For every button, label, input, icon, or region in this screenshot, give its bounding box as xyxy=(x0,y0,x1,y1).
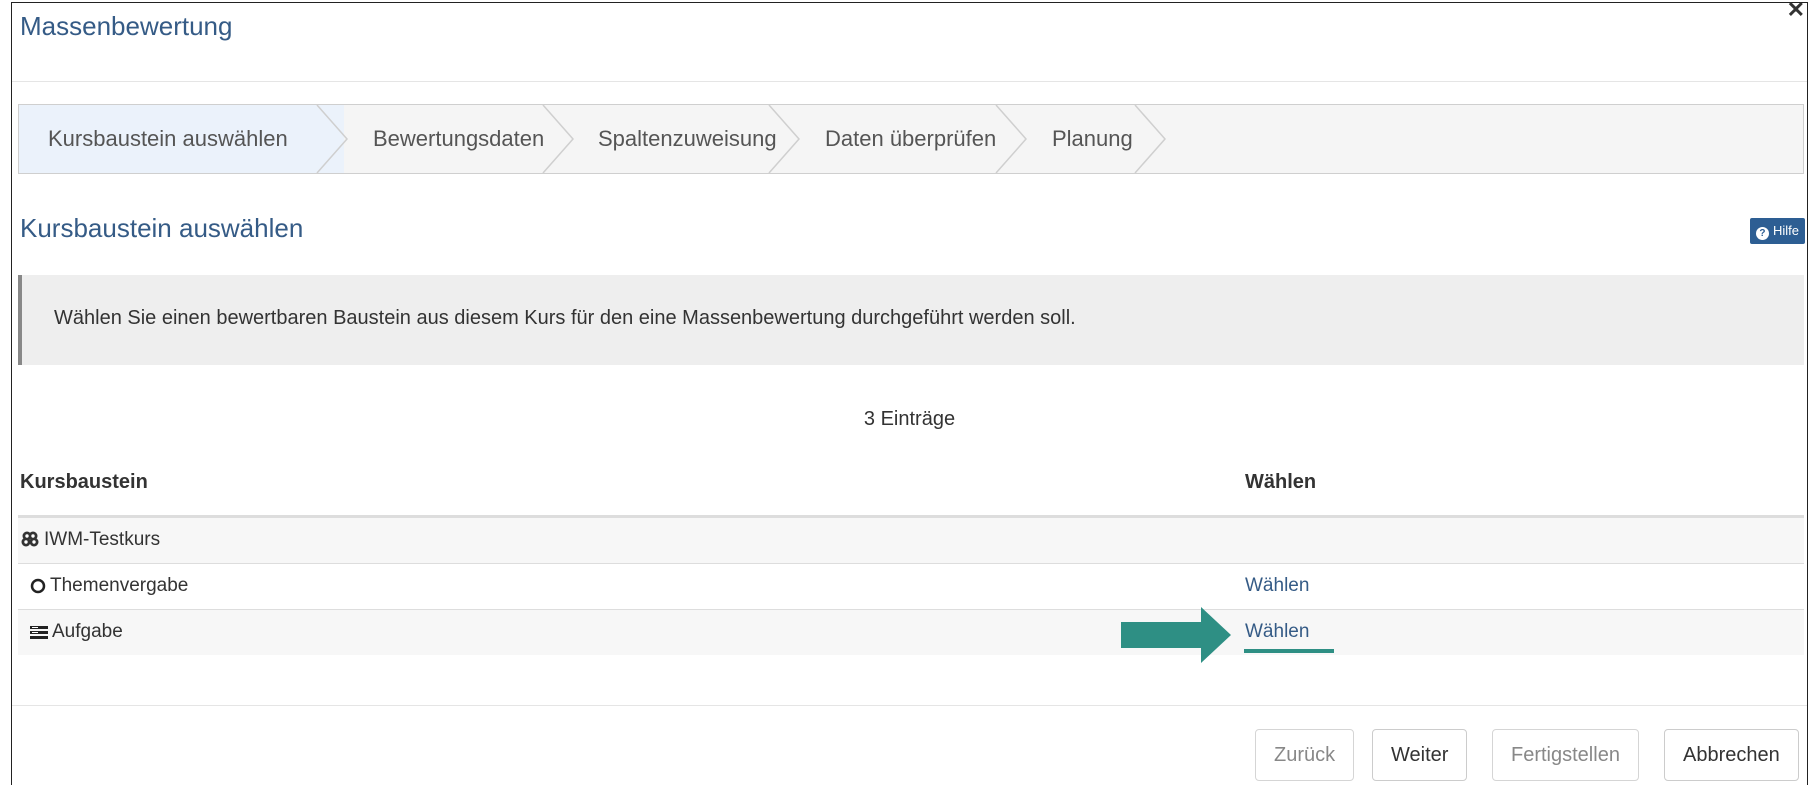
select-link-aufgabe[interactable]: Wählen xyxy=(1245,621,1309,643)
arrow-right-icon xyxy=(1121,607,1231,663)
step-separator-chevron xyxy=(1134,105,1167,173)
circle-icon xyxy=(30,578,46,594)
step-separator-chevron xyxy=(995,105,1028,173)
finish-button[interactable]: Fertigstellen xyxy=(1492,729,1639,781)
step-daten-ueberpruefen[interactable]: Daten überprüfen xyxy=(825,105,996,173)
header-divider xyxy=(12,81,1807,82)
step-spaltenzuweisung[interactable]: Spaltenzuweisung xyxy=(598,105,777,173)
highlight-underline xyxy=(1244,649,1334,653)
help-label: Hilfe xyxy=(1772,223,1799,238)
course-icon xyxy=(21,531,39,547)
step-separator-chevron xyxy=(768,105,801,173)
question-circle-icon: ? xyxy=(1755,227,1769,240)
row-name: Aufgabe xyxy=(52,621,123,642)
table-row: Aufgabe Wählen xyxy=(18,609,1804,655)
row-name: Themenvergabe xyxy=(50,575,189,596)
select-link-themenvergabe[interactable]: Wählen xyxy=(1245,575,1309,597)
step-bewertungsdaten[interactable]: Bewertungsdaten xyxy=(373,105,544,173)
close-icon[interactable]: ✕ xyxy=(1787,0,1805,23)
step-separator-chevron xyxy=(316,105,349,173)
next-button[interactable]: Weiter xyxy=(1372,729,1468,781)
step-kursbaustein-auswaehlen[interactable]: Kursbaustein auswählen xyxy=(48,105,288,173)
info-text: Wählen Sie einen bewertbaren Baustein au… xyxy=(54,307,1076,329)
mass-assessment-dialog: Massenbewertung ✕ Kursbaustein auswählen… xyxy=(11,0,1808,785)
step-separator-chevron xyxy=(542,105,575,173)
info-box: Wählen Sie einen bewertbaren Baustein au… xyxy=(18,275,1804,365)
dialog-title: Massenbewertung xyxy=(20,11,233,41)
row-name: IWM-Testkurs xyxy=(44,529,161,550)
table-row: IWM-Testkurs xyxy=(18,517,1804,563)
column-header-kursbaustein[interactable]: Kursbaustein xyxy=(20,471,148,494)
step-planung[interactable]: Planung xyxy=(1052,105,1133,173)
footer-divider xyxy=(12,705,1807,706)
cancel-button[interactable]: Abbrechen xyxy=(1664,729,1799,781)
task-icon xyxy=(30,626,48,639)
wizard-steps: Kursbaustein auswählen Bewertungsdaten S… xyxy=(18,104,1804,174)
back-button[interactable]: Zurück xyxy=(1255,729,1355,781)
entries-count: 3 Einträge xyxy=(863,408,956,430)
column-header-waehlen: Wählen xyxy=(1245,471,1317,493)
section-title: Kursbaustein auswählen xyxy=(20,213,304,243)
table-row: Themenvergabe Wählen xyxy=(18,563,1804,609)
help-button[interactable]: ? Hilfe xyxy=(1749,218,1805,244)
